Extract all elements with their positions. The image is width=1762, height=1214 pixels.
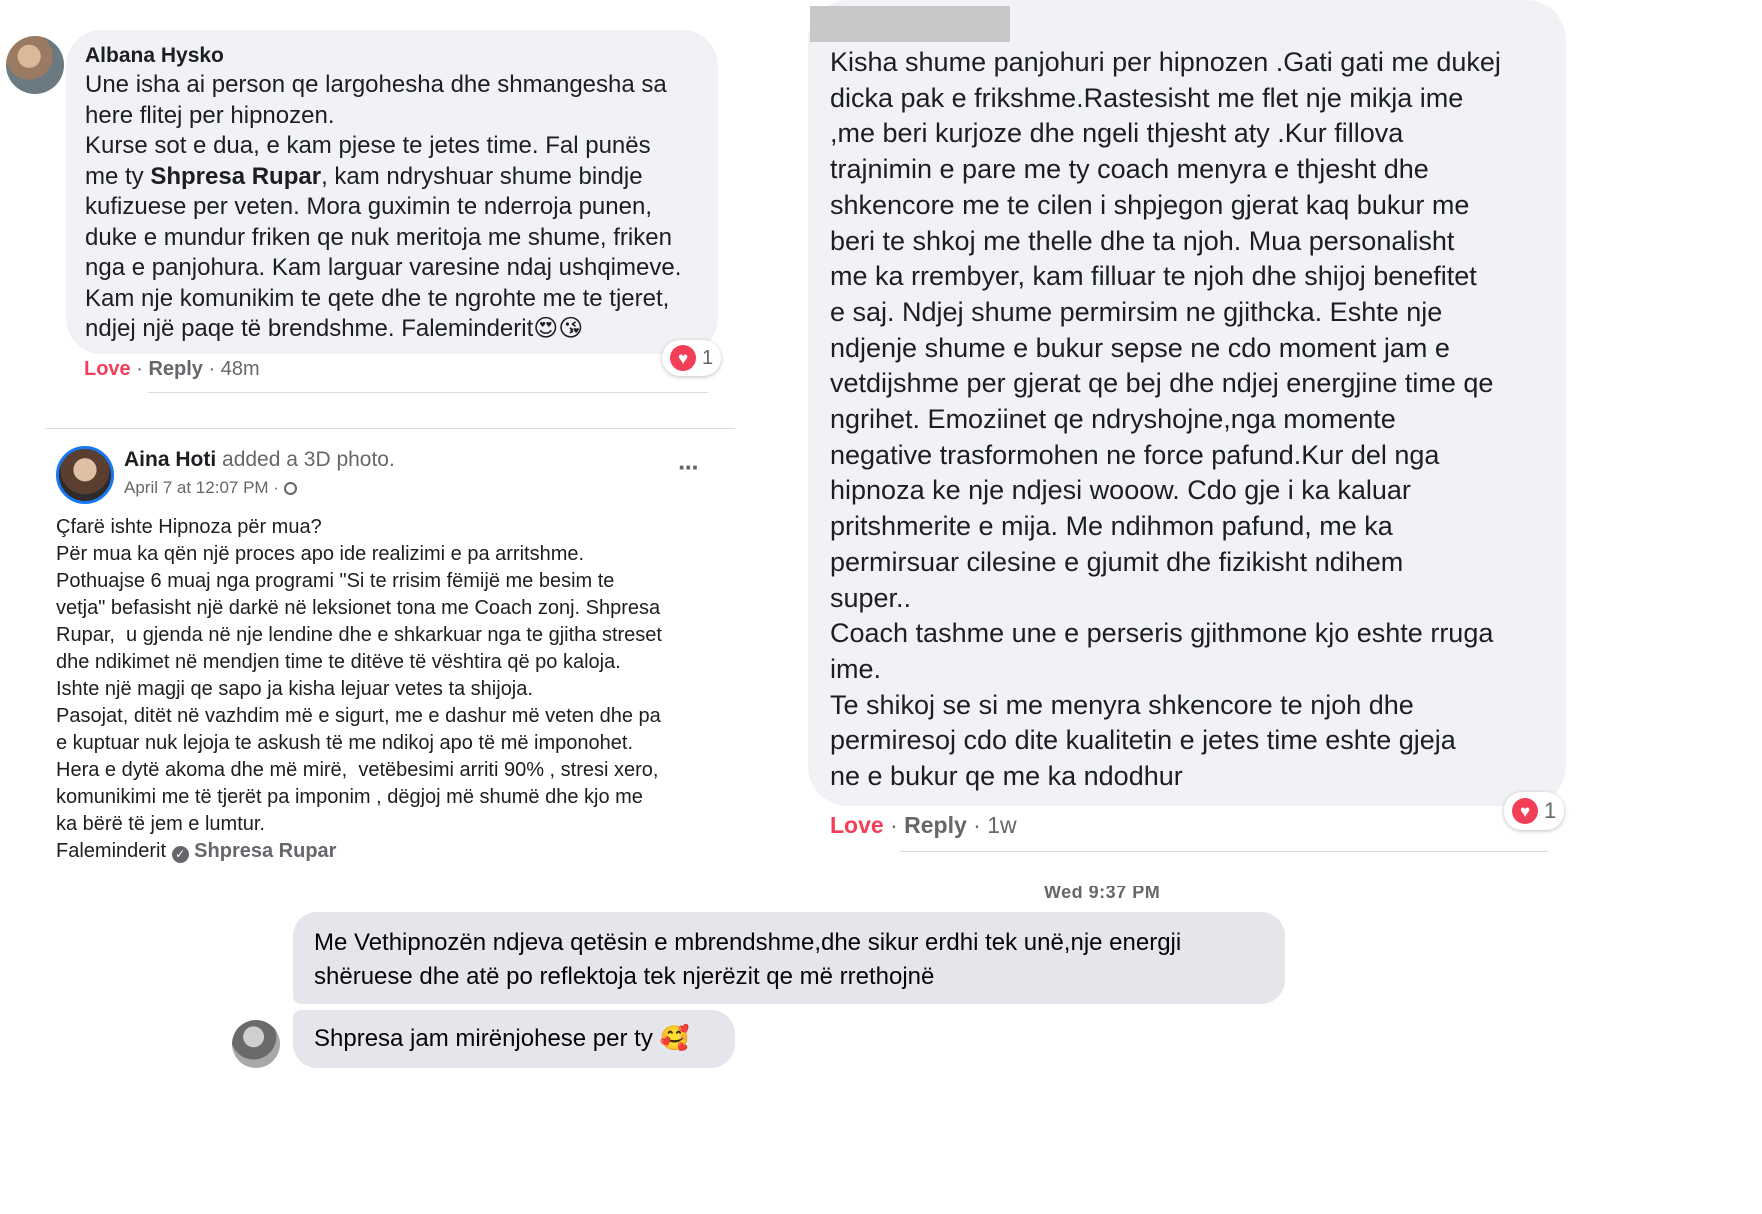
separator-dot: · [973,812,988,838]
divider [148,392,708,393]
divider [45,428,735,429]
comment-line: ndjej një paqe të brendshme. Faleminderi… [85,314,715,345]
comment-line: nga e panjohura. Kam larguar varesine nd… [85,254,682,281]
love-reaction-button[interactable]: Love [830,812,884,838]
comment-line: Kam nje komunikim te qete dhe te ngrohte… [85,284,670,312]
comment-line: beri te shkoj me thelle dhe ta njoh. Mua… [830,225,1455,256]
post-line: Ishte një magji qe sapo ja kisha lejuar … [56,678,533,700]
message-line: Shpresa jam mirënjohese per ty [314,1025,653,1052]
comment-line: dicka pak e frikshme.Rastesisht me flet … [830,82,1464,113]
mention-link[interactable]: Shpresa Rupar [150,163,321,190]
more-options-button[interactable]: ··· [678,452,700,483]
comment-line: Kisha shume panjohuri per hipnozen .Gati… [830,47,1501,77]
separator-dot: · [208,358,221,380]
comment-line: Kurse sot e dua, e kam pjese te jetes ti… [85,132,651,159]
comment-actions: Love · Reply · 1w [830,812,1017,839]
post-date[interactable]: April 7 at 12:07 PM [124,478,269,497]
reply-button[interactable]: Reply [148,358,202,380]
comment-line: duke e mundur friken qe nuk meritoja me … [85,223,672,251]
commenter-avatar[interactable] [6,36,64,94]
reaction-count-badge[interactable]: ♥ 1 [1504,792,1565,830]
reaction-count-badge[interactable]: ♥ 1 [662,340,722,376]
message-timestamp: Wed 9:37 PM [1044,886,1160,906]
reaction-count: 1 [702,346,714,369]
comment-line: Une isha ai person qe largohesha dhe shm… [85,71,667,98]
post-thanks: Faleminderit [56,840,167,862]
comment-text-fragment: , kam ndryshuar shume bindje [321,162,643,190]
post-line: Pasojat, ditët në vazhdim më e sigurt, m… [56,705,661,727]
reaction-count: 1 [1544,798,1557,823]
comment-line: ne e bukur qe me ka ndodhur [830,761,1183,792]
comment-time[interactable]: 1w [987,812,1016,838]
comment-line: super.. [830,582,912,613]
reply-button[interactable]: Reply [904,812,967,838]
separator-dot: · [136,358,149,380]
post-line: Rupar, u gjenda në nje lendine dhe e shk… [56,624,662,646]
comment-line: me ka rrembyer, kam filluar te njoh dhe … [830,261,1477,292]
comment-line: negative trasformohen ne force pafund.Ku… [830,439,1440,470]
comment-text-fragment: ndjej një paqe të brendshme. Faleminderi… [85,315,534,342]
comment-text: Kisha shume panjohuri per hipnozen .Gati… [830,45,1560,795]
post-line: dhe ndikimet në mendjen time te ditëve t… [56,651,621,673]
post-line: Për mua ka qën një proces apo ide realiz… [56,543,585,565]
message-line: shëruese dhe atë po reflektoja tek njerë… [314,963,935,990]
post-line: vetja" befasisht një darkë në leksionet … [56,597,661,619]
comment-line: trajnimin e pare me ty coach menyra e th… [830,154,1429,185]
love-reaction-button[interactable]: Love [84,358,131,380]
emoji: 😍😘 [533,315,584,342]
comment-line: hipnoza ke nje ndjesi wooow. Cdo gje i k… [830,475,1411,506]
sender-avatar[interactable] [232,1020,280,1068]
comment-line: shkencore me te cilen i shpjegon gjerat … [830,189,1470,220]
comment-line: ngrihet. Emoziinet qe ndryshojne,nga mom… [830,404,1396,435]
comment-line: e saj. Ndjej shume permirsim ne gjithcka… [830,296,1443,327]
post-line: komunikimi me të tjerët pa imponim , dëg… [56,786,643,808]
comment-line: here flitej per hipnozen. [85,101,335,129]
separator-dot: · [890,812,905,838]
comment-line: me ty Shpresa Rupar, kam ndryshuar shume… [85,162,715,193]
post-line: Pothuajse 6 muaj nga programi "Si te rri… [56,570,615,592]
comment-line: kufizuese per veten. Mora guximin te nde… [85,193,652,220]
redacted-author-name [810,6,1010,42]
verified-icon: ✓ [171,846,189,863]
post-author-name[interactable]: Aina Hoti [124,448,216,471]
comment-line: permirsuar cilesine e gjumit dhe fizikis… [830,546,1404,577]
heart-icon: ♥ [1512,798,1538,824]
post-action: added a 3D photo. [222,448,395,471]
post-line: Çfarë ishte Hipnoza për mua? [56,516,322,538]
emoji: 🥰 [659,1025,690,1052]
separator-dot: · [273,478,284,497]
post-line: e kuptuar nuk lejoja te askush të me ndi… [56,732,634,754]
comment-time[interactable]: 48m [221,358,260,380]
post-line: ka bërë të jem e lumtur. [56,813,265,835]
comment-line: ,me beri kurjoze dhe ngeli thjesht aty .… [830,118,1404,149]
page-tag-link[interactable]: Shpresa Rupar [194,840,336,862]
divider [900,851,1548,852]
post-author-avatar[interactable] [56,446,114,504]
comment-line: ime. [830,653,882,684]
globe-icon [283,482,297,495]
comment-text: Une isha ai person qe largohesha dhe shm… [85,70,715,345]
comment-line: Coach tashme une e perseris gjithmone kj… [830,618,1494,649]
post-line: Hera e dytë akoma dhe më mirë, vetëbesim… [56,759,659,781]
message-text: Shpresa jam mirënjohese per ty 🥰 [314,1022,689,1056]
comment-actions: Love · Reply · 48m [84,358,260,381]
comment-line: pritshmerite e mija. Me ndihmon pafund, … [830,511,1393,542]
post-meta: April 7 at 12:07 PM · [124,478,297,498]
post-body: Çfarë ishte Hipnoza për mua? Për mua ka … [56,514,736,865]
timestamp-text: Wed 9:37 PM [1044,886,1161,902]
heart-icon: ♥ [670,345,696,371]
post-header: Aina Hoti added a 3D photo. [124,448,395,472]
comment-text-fragment: me ty [85,162,151,190]
comment-line: vetdijshme per gjerat qe bej dhe ndjej e… [830,368,1494,399]
comment-author[interactable]: Albana Hysko [85,44,224,68]
message-text: Me Vethipnozën ndjeva qetësin e mbrendsh… [314,926,1181,994]
comment-line: Te shikoj se si me menyra shkencore te n… [830,689,1414,720]
message-line: Me Vethipnozën ndjeva qetësin e mbrendsh… [314,929,1182,956]
comment-line: ndjenje shume e bukur sepse ne cdo momen… [830,332,1450,363]
comment-line: permiresoj cdo dite kualitetin e jetes t… [830,725,1456,756]
post-line: Faleminderit ✓ Shpresa Rupar [56,838,736,865]
